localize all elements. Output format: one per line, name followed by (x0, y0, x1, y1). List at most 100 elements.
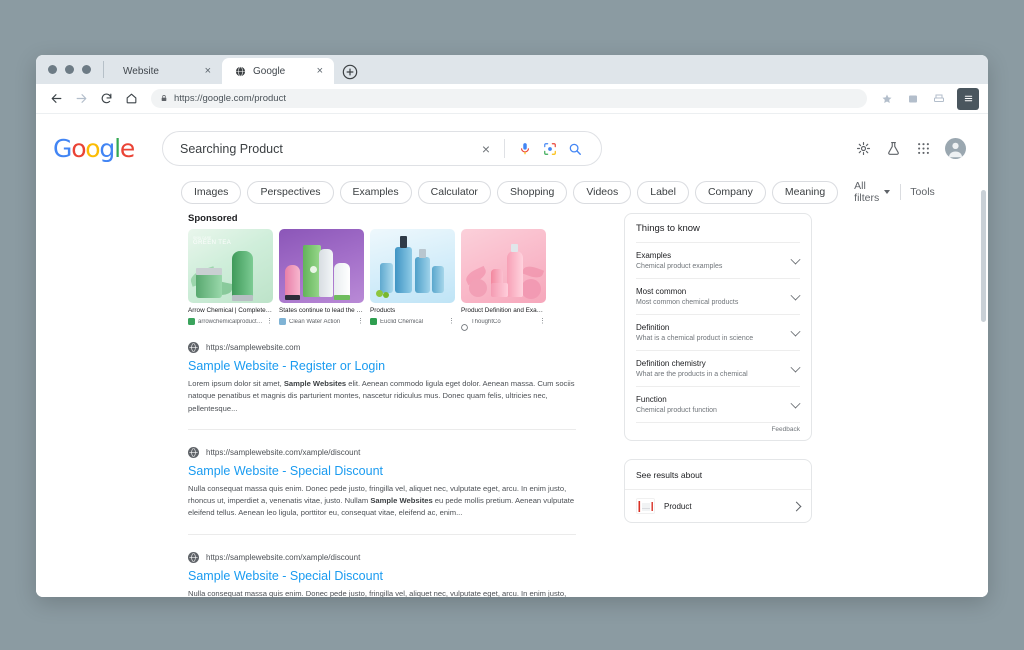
lock-icon (160, 94, 168, 104)
labs-flask-icon[interactable] (885, 140, 902, 157)
ttk-question: Function (636, 395, 667, 404)
google-apps-icon[interactable] (915, 140, 932, 157)
ad-title[interactable]: States continue to lead the w... (279, 307, 364, 315)
search-input[interactable] (180, 141, 475, 156)
chevron-down-icon[interactable] (790, 290, 801, 301)
search-results-content: Sponsored SKIN CARE GREEN TEA Arrow Chem… (36, 213, 988, 597)
snippet-part-1: Nulla consequat massa quis enim. Donec p… (188, 588, 567, 597)
forward-icon[interactable] (69, 87, 93, 111)
chevron-down-icon[interactable] (790, 362, 801, 373)
close-window-dot[interactable] (48, 65, 57, 74)
things-to-know-item[interactable]: Examples Chemical product examples (636, 242, 801, 278)
print-icon[interactable] (927, 87, 951, 111)
gear-icon[interactable] (855, 140, 872, 157)
result-title[interactable]: Sample Website - Special Discount (188, 569, 576, 583)
search-icon[interactable] (565, 139, 584, 158)
logo-letter-o1: o (71, 134, 86, 163)
ttk-answer: Most common chemical products (636, 299, 739, 306)
chip-perspectives[interactable]: Perspectives (247, 180, 334, 204)
things-to-know-item[interactable]: Definition What is a chemical product in… (636, 314, 801, 350)
chevron-down-icon[interactable] (790, 254, 801, 265)
chevron-down-icon[interactable] (790, 398, 801, 409)
logo-letter-e: e (119, 134, 135, 163)
chip-label[interactable]: Label (637, 180, 689, 204)
ttk-question: Definition (636, 323, 670, 332)
chevron-down-icon[interactable] (790, 326, 801, 337)
hamburger-menu-icon[interactable] (957, 87, 979, 110)
result-url-row[interactable]: https://samplewebsite.com/xample/discoun… (188, 551, 576, 563)
ttk-text: Examples Chemical product examples (636, 251, 791, 270)
browser-toolbar: https://google.com/product (36, 84, 988, 114)
ad-meta: Euclid Chemical ⋮ (370, 318, 455, 325)
clear-search-icon[interactable]: × (475, 141, 497, 157)
ad-site: Euclid Chemical (380, 318, 424, 325)
result-title[interactable]: Sample Website - Special Discount (188, 464, 576, 478)
result-title[interactable]: Sample Website - Register or Login (188, 359, 576, 373)
sponsored-ad-item[interactable]: SKIN CARE GREEN TEA Arrow Chemical | Com… (188, 229, 273, 325)
avatar[interactable] (945, 138, 966, 159)
sponsored-ad-item[interactable]: Products Euclid Chemical ⋮ (370, 229, 455, 325)
google-logo[interactable]: Google (53, 134, 135, 163)
ttk-answer: Chemical product examples (636, 263, 723, 270)
result-url-row[interactable]: https://samplewebsite.com (188, 342, 576, 353)
globe-icon (235, 66, 246, 76)
ad-options-icon[interactable]: ⋮ (448, 318, 455, 325)
chip-shopping[interactable]: Shopping (496, 180, 568, 204)
ttk-text: Most common Most common chemical product… (636, 287, 791, 306)
extensions-icon[interactable] (901, 87, 925, 111)
ad-thumbnail-green-tea[interactable]: SKIN CARE GREEN TEA (188, 229, 273, 303)
ad-options-icon[interactable]: ⋮ (539, 318, 546, 325)
back-icon[interactable] (44, 87, 68, 111)
google-lens-icon[interactable] (540, 139, 559, 158)
product-thumbnail (636, 498, 655, 514)
ad-options-icon[interactable]: ⋮ (266, 318, 273, 325)
google-search-page: Google × (36, 114, 988, 597)
tools-button[interactable]: Tools (900, 186, 945, 198)
microphone-icon[interactable] (515, 139, 534, 158)
new-tab-icon[interactable] (342, 64, 358, 80)
chevron-right-icon[interactable] (791, 501, 802, 511)
maximize-window-dot[interactable] (82, 65, 91, 74)
things-to-know-item[interactable]: Definition chemistry What are the produc… (636, 350, 801, 386)
feedback-link[interactable]: Feedback (636, 422, 800, 435)
result-url-row[interactable]: https://samplewebsite.com/xample/discoun… (188, 446, 576, 458)
ad-options-icon[interactable]: ⋮ (357, 318, 364, 325)
ad-thumbnail-pink-rose[interactable] (461, 229, 546, 303)
ttk-question: Examples (636, 251, 672, 260)
chip-images[interactable]: Images (181, 180, 242, 204)
ad-title[interactable]: Product Definition and Exam... (461, 307, 546, 315)
tab-google[interactable]: Google × (222, 58, 334, 84)
chip-company[interactable]: Company (694, 180, 766, 204)
scrollbar-thumb[interactable] (981, 190, 986, 322)
page-scrollbar[interactable] (979, 114, 988, 597)
ad-thumbnail-purple-box[interactable] (279, 229, 364, 303)
window-controls[interactable] (46, 55, 103, 84)
home-icon[interactable] (119, 87, 143, 111)
sponsored-ad-item[interactable]: States continue to lead the w... Clean W… (279, 229, 364, 325)
chip-meaning[interactable]: Meaning (771, 180, 839, 204)
search-box[interactable]: × (162, 131, 602, 166)
close-tab-icon[interactable]: × (203, 64, 213, 79)
ad-thumbnail-blue-serum[interactable] (370, 229, 455, 303)
ad-title[interactable]: Products (370, 307, 455, 315)
ad-site: ThoughtCo (471, 318, 501, 325)
minimize-window-dot[interactable] (65, 65, 74, 74)
ad-title[interactable]: Arrow Chemical | Complete C... (188, 307, 273, 315)
things-to-know-item[interactable]: Most common Most common chemical product… (636, 278, 801, 314)
chip-videos[interactable]: Videos (573, 180, 632, 204)
ad-meta: ThoughtCo ⋮ (461, 318, 546, 331)
close-tab-icon[interactable]: × (315, 64, 325, 79)
things-to-know-item[interactable]: Function Chemical product function (636, 386, 801, 422)
all-filters-button[interactable]: All filters (844, 180, 899, 204)
address-bar[interactable]: https://google.com/product (151, 89, 867, 108)
tab-website[interactable]: Website × (110, 58, 222, 84)
ad-site: arrowchemicalproducts.com (198, 318, 263, 325)
ad-art-heading: SKIN CARE GREEN TEA (193, 236, 232, 246)
result-snippet: Lorem ipsum dolor sit amet, Sample Websi… (188, 378, 576, 415)
see-results-about-item[interactable]: Product (625, 490, 811, 522)
reload-icon[interactable] (94, 87, 118, 111)
chip-examples[interactable]: Examples (339, 180, 412, 204)
star-icon[interactable] (875, 87, 899, 111)
sponsored-ad-item[interactable]: Product Definition and Exam... ThoughtCo… (461, 229, 546, 331)
chip-calculator[interactable]: Calculator (417, 180, 491, 204)
